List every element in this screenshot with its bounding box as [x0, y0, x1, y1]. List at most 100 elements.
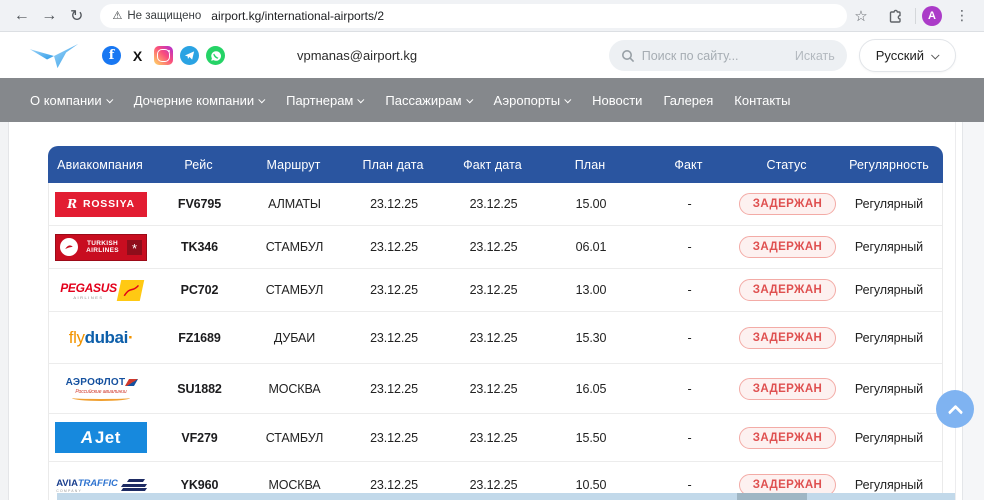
airline-cell: AJet: [49, 414, 153, 461]
x-twitter-icon[interactable]: X: [128, 46, 147, 65]
column-header-regularity: Регулярность: [835, 146, 943, 183]
status-badge: ЗАДЕРЖАН: [739, 193, 837, 215]
column-header-status: Статус: [738, 146, 835, 183]
avia-traffic-logo: AVIATRAFFIC COMPANY: [56, 478, 146, 493]
plan-time: 15.00: [542, 183, 640, 225]
search-input[interactable]: [642, 49, 795, 63]
flight-number: TK346: [153, 226, 246, 268]
airline-cell: TURKISHAIRLINES *: [49, 226, 153, 268]
chevron-down-icon: [358, 96, 365, 103]
plan-date: 23.12.25: [343, 226, 445, 268]
chevron-down-icon: [258, 96, 265, 103]
airport-logo[interactable]: [28, 41, 80, 71]
plan-date: 23.12.25: [343, 269, 445, 311]
route: СТАМБУЛ: [246, 226, 343, 268]
chevron-down-icon: [106, 96, 113, 103]
search-submit-button[interactable]: Искать: [795, 49, 835, 63]
telegram-icon[interactable]: [180, 46, 199, 65]
nav-item-airports[interactable]: Аэропорты: [494, 93, 572, 108]
regularity: Регулярный: [836, 312, 942, 363]
chevron-down-icon: [931, 51, 939, 59]
language-selector[interactable]: Русский: [859, 39, 956, 72]
plan-date: 23.12.25: [343, 312, 445, 363]
security-label: Не защищено: [127, 10, 201, 22]
fact-time: -: [640, 183, 739, 225]
flight-number: PC702: [153, 269, 246, 311]
flights-table: Авиакомпания Рейс Маршрут План дата Факт…: [48, 146, 943, 500]
nav-item-gallery[interactable]: Галерея: [663, 93, 713, 108]
flydubai-logo: flydubai·: [69, 328, 133, 348]
not-secure-warning-icon: ⚠: [112, 9, 122, 22]
avia-traffic-stripes-icon: [122, 479, 146, 491]
contact-email[interactable]: vpmanas@airport.kg: [297, 48, 417, 63]
fact-date: 23.12.25: [445, 269, 542, 311]
social-icons: f X: [102, 46, 225, 65]
regularity: Регулярный: [836, 414, 942, 461]
plan-time: 15.50: [542, 414, 640, 461]
regularity: Регулярный: [836, 183, 942, 225]
star-icon: *: [127, 240, 142, 255]
scroll-to-top-button[interactable]: [936, 390, 974, 428]
turkish-airlines-logo: TURKISHAIRLINES *: [55, 234, 147, 261]
nav-item-partners[interactable]: Партнерам: [286, 93, 364, 108]
aeroflot-logo: АЭРОФЛОТ Российские авиалинии: [66, 377, 137, 401]
table-row: TURKISHAIRLINES * TK346 СТАМБУЛ 23.12.25…: [48, 226, 943, 269]
route: МОСКВА: [246, 364, 343, 413]
nav-item-contacts[interactable]: Контакты: [734, 93, 790, 108]
fact-date: 23.12.25: [445, 226, 542, 268]
browser-vertical-scrollbar[interactable]: [962, 122, 984, 500]
plan-date: 23.12.25: [343, 183, 445, 225]
nav-item-news[interactable]: Новости: [592, 93, 642, 108]
horizontal-scrollbar[interactable]: [57, 493, 955, 500]
airline-cell: R ROSSIYA: [49, 183, 153, 225]
route: СТАМБУЛ: [246, 414, 343, 461]
whatsapp-icon[interactable]: [206, 46, 225, 65]
extensions-icon[interactable]: [881, 2, 909, 30]
aeroflot-flag-icon: [125, 379, 138, 386]
main-navigation: О компании Дочерние компании Партнерам П…: [0, 78, 984, 122]
page-content: Авиакомпания Рейс Маршрут План дата Факт…: [0, 122, 984, 500]
flight-number: VF279: [153, 414, 246, 461]
reload-icon[interactable]: ↻: [63, 2, 90, 30]
table-header-row: Авиакомпания Рейс Маршрут План дата Факт…: [48, 146, 943, 183]
nav-item-about[interactable]: О компании: [30, 93, 113, 108]
column-header-flight: Рейс: [152, 146, 245, 183]
table-row: AJet VF279 СТАМБУЛ 23.12.25 23.12.25 15.…: [48, 414, 943, 462]
flight-number: SU1882: [153, 364, 246, 413]
column-header-plan-date: План дата: [342, 146, 444, 183]
search-icon: [621, 49, 635, 63]
table-row: PEGASUS AIRLINES PC702 СТАМБУЛ 23.12.25 …: [48, 269, 943, 312]
fact-date: 23.12.25: [445, 414, 542, 461]
profile-avatar[interactable]: A: [922, 6, 942, 26]
status-cell: ЗАДЕРЖАН: [739, 312, 836, 363]
nav-item-passengers[interactable]: Пассажирам: [385, 93, 472, 108]
fact-time: -: [640, 269, 739, 311]
route: ДУБАИ: [246, 312, 343, 363]
airline-cell: АЭРОФЛОТ Российские авиалинии: [49, 364, 153, 413]
fact-time: -: [640, 312, 739, 363]
flight-number: FZ1689: [153, 312, 246, 363]
browser-menu-icon[interactable]: ⋮: [948, 2, 976, 30]
forward-icon[interactable]: →: [35, 2, 62, 30]
turkish-airlines-emblem-icon: [60, 238, 78, 256]
plan-time: 15.30: [542, 312, 640, 363]
table-row: flydubai· FZ1689 ДУБАИ 23.12.25 23.12.25…: [48, 312, 943, 364]
back-icon[interactable]: ←: [8, 2, 35, 30]
table-row: R ROSSIYA FV6795 АЛМАТЫ 23.12.25 23.12.2…: [48, 183, 943, 226]
site-header: f X vpmanas@airport.kg Искать Русский: [0, 33, 984, 78]
chevron-down-icon: [466, 96, 473, 103]
address-bar[interactable]: ⚠ Не защищено airport.kg/international-a…: [100, 4, 847, 28]
bookmark-star-icon[interactable]: ☆: [847, 2, 875, 30]
airline-cell: PEGASUS AIRLINES: [49, 269, 153, 311]
nav-item-subsidiaries[interactable]: Дочерние компании: [134, 93, 265, 108]
regularity: Регулярный: [836, 269, 942, 311]
horizontal-scrollbar-thumb[interactable]: [737, 493, 807, 500]
column-header-fact-date: Факт дата: [444, 146, 541, 183]
url-text: airport.kg/international-airports/2: [211, 9, 384, 23]
regularity: Регулярный: [836, 226, 942, 268]
instagram-icon[interactable]: [154, 46, 173, 65]
facebook-icon[interactable]: f: [102, 46, 121, 65]
column-header-airline: Авиакомпания: [48, 146, 152, 183]
status-badge: ЗАДЕРЖАН: [739, 279, 837, 301]
plan-date: 23.12.25: [343, 414, 445, 461]
